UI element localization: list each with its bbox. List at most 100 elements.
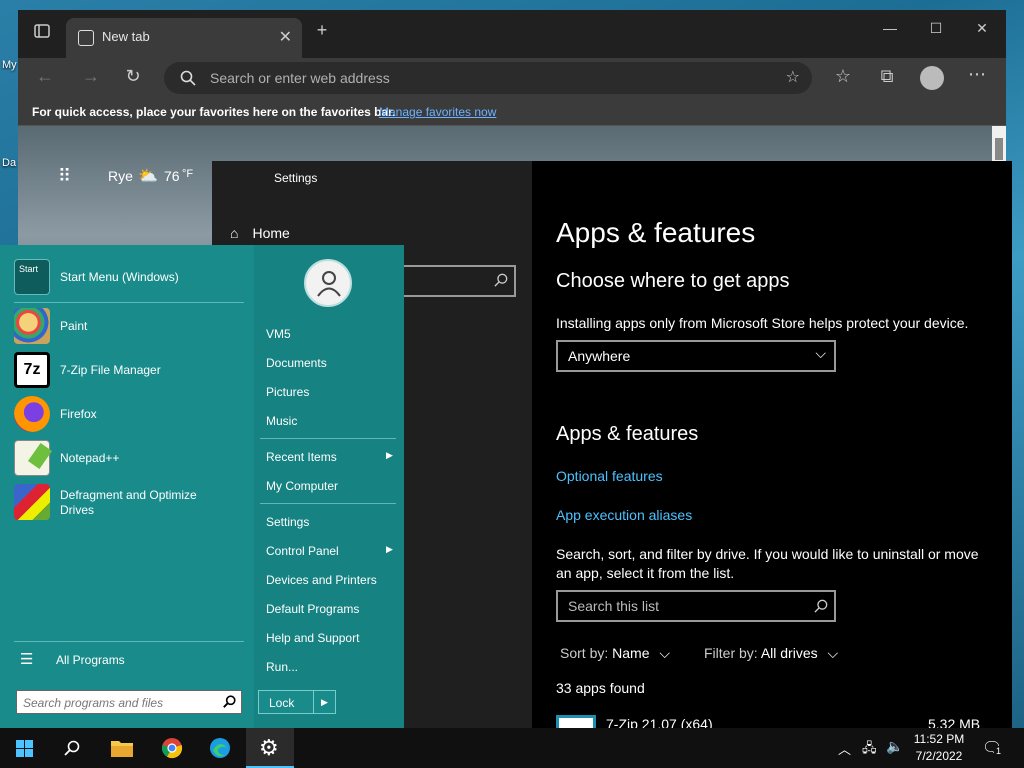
chrome-button[interactable] [148, 728, 196, 768]
refresh-icon[interactable]: ↻ [122, 66, 144, 87]
action-center-button[interactable]: 🗨 1 [982, 738, 1004, 758]
program-search-placeholder: Search programs and files [23, 696, 164, 710]
taskbar: ⚙ ︿ 🖧 🔈 11:52 PM 7/2/2022 🗨 1 [0, 728, 1024, 768]
search-icon [814, 599, 828, 613]
page-title: Apps & features [556, 217, 756, 248]
maximize-button[interactable]: ☐ [926, 20, 946, 37]
favorites-icon[interactable]: ☆ [832, 66, 854, 87]
folder-icon [111, 741, 133, 757]
default-programs-link[interactable]: Default Programs [266, 602, 359, 616]
back-icon[interactable]: ← [34, 66, 56, 87]
my-computer-link[interactable]: My Computer [266, 479, 338, 493]
divider [260, 438, 396, 439]
apps-features-heading: Apps & features [556, 423, 699, 445]
pinned-defragment[interactable]: Defragment and Optimize Drives [14, 482, 250, 522]
chevron-down-icon: ⌵ [815, 345, 826, 361]
pinned-notepadpp[interactable]: Notepad++ [14, 438, 250, 478]
apps-grid-icon[interactable]: ⠿ [58, 167, 71, 185]
desktop-icon-label[interactable]: Da [2, 157, 16, 169]
clock-time[interactable]: 11:52 PM [908, 732, 970, 746]
settings-link[interactable]: Settings [266, 515, 309, 529]
edge-icon [210, 738, 230, 758]
search-icon [223, 695, 236, 708]
app-search-placeholder: Search this list [568, 598, 660, 614]
tab-new-tab[interactable]: New tab ✕ [66, 18, 302, 58]
optional-features-link[interactable]: Optional features [556, 468, 663, 484]
divider [14, 302, 244, 303]
search-button[interactable] [48, 728, 96, 768]
new-tab-button[interactable]: + [312, 20, 332, 41]
help-support-link[interactable]: Help and Support [266, 631, 359, 645]
start-menu-icon: Start [14, 259, 50, 295]
choose-apps-description: Installing apps only from Microsoft Stor… [556, 315, 969, 331]
pinned-7zip[interactable]: 7z 7-Zip File Manager [14, 350, 250, 390]
control-panel-link[interactable]: Control Panel ▶ [266, 544, 396, 560]
pinned-start-menu[interactable]: Start Start Menu (Windows) [14, 257, 250, 297]
app-search-input[interactable]: Search this list [556, 590, 836, 622]
close-tab-icon[interactable]: ✕ [279, 27, 292, 47]
pictures-link[interactable]: Pictures [266, 385, 309, 399]
minimize-button[interactable]: — [880, 20, 900, 36]
sort-by-control[interactable]: Sort by: Name ⌵ [560, 644, 670, 663]
manage-favorites-link[interactable]: Manage favorites now [379, 105, 496, 119]
network-icon[interactable]: 🖧 [862, 739, 877, 761]
notepadpp-icon [14, 440, 53, 476]
program-label: Defragment and Optimize Drives [60, 488, 197, 517]
nav-home[interactable]: ⌂ Home [230, 225, 290, 241]
user-folder-link[interactable]: VM5 [266, 327, 291, 341]
list-icon: ☰ [20, 651, 34, 668]
desktop-icon-label[interactable]: My [2, 59, 17, 71]
home-icon: ⌂ [230, 225, 239, 241]
partly-cloudy-icon: ⛅ [138, 168, 158, 185]
app-source-dropdown[interactable]: Anywhere ⌵ [556, 340, 836, 372]
app-name[interactable]: 7-Zip 21.07 (x64) [606, 715, 713, 728]
program-label: Firefox [60, 407, 97, 421]
weather-unit: °F [182, 168, 194, 180]
chrome-icon [161, 738, 183, 759]
show-hidden-icons-icon[interactable]: ︿ [838, 739, 851, 758]
tab-actions-icon[interactable] [32, 22, 52, 42]
divider [14, 641, 244, 642]
address-input[interactable]: Search or enter web address [210, 70, 390, 86]
lock-button[interactable]: Lock ▶ [258, 690, 336, 714]
edge-button[interactable] [196, 728, 244, 768]
collections-icon[interactable]: ⧉ [876, 66, 898, 87]
favorites-bar: For quick access, place your favorites h… [18, 98, 1006, 126]
start-button[interactable] [0, 728, 48, 768]
all-programs-button[interactable]: ☰ All Programs [20, 651, 240, 670]
chevron-right-icon: ▶ [386, 544, 393, 554]
devices-printers-link[interactable]: Devices and Printers [266, 573, 377, 587]
scrollbar-thumb[interactable] [995, 138, 1003, 160]
filter-by-control[interactable]: Filter by: All drives ⌵ [704, 644, 838, 663]
documents-link[interactable]: Documents [266, 356, 327, 370]
control-panel-label: Control Panel [266, 544, 339, 558]
pinned-firefox[interactable]: Firefox [14, 394, 250, 434]
paint-icon [14, 308, 50, 344]
forward-icon[interactable]: → [80, 66, 102, 87]
chevron-down-icon: ⌵ [659, 645, 671, 661]
run-link[interactable]: Run... [266, 660, 298, 674]
program-label: 7-Zip File Manager [60, 363, 161, 377]
settings-taskbar-button[interactable]: ⚙ [246, 728, 294, 768]
program-search-input[interactable]: Search programs and files [16, 690, 242, 714]
sort-by-value: Name [612, 645, 650, 661]
avatar[interactable] [304, 259, 352, 307]
address-toolbar: ← → ↻ Search or enter web address ☆ ☆ ⧉ … [18, 58, 1006, 98]
address-bar[interactable]: Search or enter web address ☆ [164, 62, 812, 94]
file-explorer-button[interactable] [98, 728, 146, 768]
divider [260, 503, 396, 504]
weather-location: Rye [108, 168, 133, 184]
power-options-arrow[interactable]: ▶ [313, 691, 335, 713]
volume-icon[interactable]: 🔈 [886, 738, 903, 755]
add-favorite-icon[interactable]: ☆ [786, 67, 800, 87]
app-execution-aliases-link[interactable]: App execution aliases [556, 507, 692, 523]
more-options-icon[interactable]: ⋯ [966, 64, 988, 85]
clock-date[interactable]: 7/2/2022 [908, 749, 970, 763]
pinned-paint[interactable]: Paint [14, 306, 250, 346]
recent-items-link[interactable]: Recent Items ▶ [266, 450, 396, 466]
windows-logo-icon [16, 740, 33, 757]
profile-avatar[interactable] [920, 66, 944, 90]
close-window-button[interactable]: ✕ [972, 20, 992, 37]
music-link[interactable]: Music [266, 414, 297, 428]
firefox-icon [14, 396, 50, 432]
